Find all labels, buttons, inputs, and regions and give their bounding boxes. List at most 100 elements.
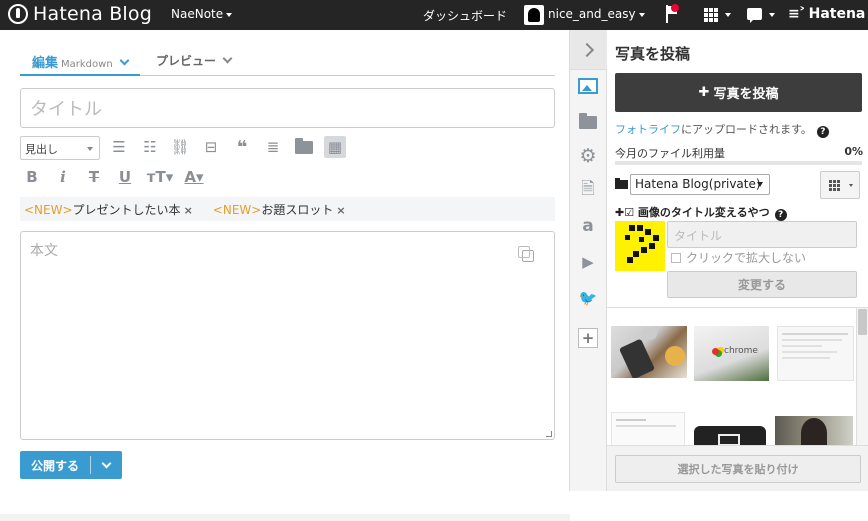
username: nice_and_easy [548, 7, 636, 21]
blog-selector[interactable]: NaeNote [171, 7, 233, 21]
paste-selected-photos-button[interactable]: 選択した写真を貼り付け [615, 455, 861, 483]
tag-label: プレゼントしたい本 [72, 202, 181, 217]
dashboard-link[interactable]: ダッシュボード [423, 7, 507, 24]
link-icon[interactable]: ⛓ [169, 136, 191, 158]
caret-down-icon [769, 13, 775, 17]
album-select[interactable]: Hatena Blog(private) [630, 174, 770, 195]
bullet-list-icon[interactable]: ☰ [108, 136, 130, 158]
body-textarea[interactable]: 本文 [20, 231, 555, 440]
photo-thumbnail[interactable] [611, 412, 685, 445]
copy-icon[interactable] [518, 246, 534, 262]
help-icon[interactable]: ? [774, 209, 787, 221]
underline-icon[interactable]: U [114, 166, 136, 188]
change-button[interactable]: 変更する [667, 271, 857, 298]
hatena-logo-icon [8, 4, 28, 24]
user-menu[interactable]: nice_and_easy [548, 7, 645, 21]
tab-edit-label: 編集 [32, 56, 59, 71]
amazon-icon[interactable]: a [578, 216, 598, 236]
grid-view-icon [829, 180, 840, 191]
tag-new-label: <NEW> [212, 202, 262, 217]
title-input[interactable]: タイトル [20, 88, 555, 128]
tag-item[interactable]: <NEW>プレゼントしたい本 × [24, 201, 193, 218]
plus-icon: ✚ [698, 85, 710, 100]
publish-options-button[interactable] [91, 458, 122, 468]
quote-icon[interactable]: ❝ [231, 136, 253, 158]
photo-title-input[interactable]: タイトル [667, 221, 857, 248]
publish-button[interactable]: 公開する [20, 451, 122, 479]
gear-icon[interactable]: ⚙ [578, 145, 598, 167]
puzzle-icon: ✚☑ [615, 206, 638, 219]
resize-handle[interactable] [546, 431, 552, 437]
fotolife-text: にアップロードされます。 [681, 123, 812, 136]
tag-item[interactable]: <NEW>お題スロット × [213, 201, 346, 218]
tag-new-label: <NEW> [24, 202, 73, 217]
chevron-right-icon [579, 42, 594, 57]
selected-photo-thumbnail[interactable] [615, 221, 665, 271]
chevron-down-icon [101, 458, 112, 468]
twitter-icon[interactable]: 🐦 [578, 288, 598, 308]
fotolife-note: フォトライフにアップロードされます。? [615, 121, 829, 138]
table-icon[interactable]: ▦ [324, 136, 346, 158]
tab-preview-label: プレビュー [156, 54, 217, 68]
plugin-label-text: 画像のタイトル変えるやつ [637, 206, 770, 219]
no-zoom-checkbox[interactable] [671, 252, 681, 263]
folder-icon[interactable] [293, 136, 315, 158]
collapse-panel-button[interactable] [570, 30, 607, 70]
editor-panel: 編集 Markdown プレビュー タイトル 見出し ☰ ☷ ⛓ ⊟ ❝ ≣ ▦ … [0, 30, 570, 521]
tag-label: お題スロット [261, 202, 334, 217]
tab-edit[interactable]: 編集 Markdown [20, 52, 140, 76]
no-zoom-option[interactable]: クリックで拡大しない [671, 249, 806, 266]
tab-preview[interactable]: プレビュー [156, 52, 233, 69]
bold-icon[interactable]: B [21, 166, 43, 188]
more-icon[interactable]: ≣ [262, 136, 284, 158]
photo-thumbnail[interactable] [777, 326, 854, 381]
photo-grid-scrollbar[interactable] [856, 308, 868, 445]
hatena-link[interactable]: ≡˃ Hatena [788, 6, 865, 22]
photo-thumbnail[interactable]: chrome [694, 326, 769, 381]
apps-grid-icon[interactable] [704, 8, 718, 22]
view-toggle-button[interactable] [820, 171, 860, 199]
heading-select[interactable]: 見出し [20, 136, 100, 160]
document-icon[interactable]: 🗎 [578, 179, 598, 200]
font-color-icon[interactable]: A▾ [180, 166, 208, 188]
usage-progress-bar [615, 161, 862, 165]
photo-upload-icon[interactable] [578, 76, 598, 96]
caret-down-icon [725, 13, 731, 17]
remove-tag-icon[interactable]: × [184, 204, 193, 217]
usage-label: 今月のファイル利用量 [615, 147, 725, 160]
scroll-thumb[interactable] [858, 309, 867, 335]
add-plugin-icon[interactable]: + [578, 328, 598, 348]
help-icon[interactable]: ? [816, 126, 829, 138]
chevron-down-icon [222, 53, 233, 64]
body-placeholder: 本文 [30, 243, 58, 259]
tab-edit-mode: Markdown [61, 59, 113, 70]
qr-pattern-image [625, 225, 659, 263]
fotolife-link[interactable]: フォトライフ [615, 123, 681, 136]
folder-icon[interactable] [578, 112, 598, 132]
upload-photo-button[interactable]: ✚ 写真を投稿 [615, 73, 862, 112]
youtube-icon[interactable]: ▶ [578, 252, 598, 272]
hatena-blog-logo[interactable]: Hatena Blog [8, 3, 152, 25]
photo-thumbnail[interactable] [775, 416, 853, 445]
publish-label: 公開する [31, 458, 80, 473]
chevron-down-icon [119, 55, 130, 66]
remove-tag-icon[interactable]: × [336, 204, 345, 217]
hatena-label: Hatena [808, 6, 866, 22]
photo-thumbnail[interactable] [611, 326, 687, 378]
strikethrough-icon[interactable]: T [83, 166, 105, 188]
comment-bubble-icon[interactable] [747, 8, 762, 23]
caret-down-icon [226, 12, 233, 17]
notification-badge [671, 4, 679, 12]
folder-icon [615, 178, 628, 189]
caret-down-icon [638, 12, 645, 17]
font-size-icon[interactable]: тT▾ [146, 166, 174, 188]
brand-name: Hatena Blog [33, 3, 152, 25]
numbered-list-icon[interactable]: ☷ [139, 136, 161, 158]
top-bar: Hatena Blog NaeNote ダッシュボード nice_and_eas… [0, 0, 868, 30]
panel-title: 写真を投稿 [615, 45, 691, 63]
photo-thumbnail[interactable] [694, 426, 766, 445]
horizontal-rule-icon[interactable]: ⊟ [200, 136, 222, 158]
avatar[interactable] [524, 5, 544, 25]
blog-name: NaeNote [171, 7, 224, 21]
italic-icon[interactable]: i [52, 166, 74, 188]
